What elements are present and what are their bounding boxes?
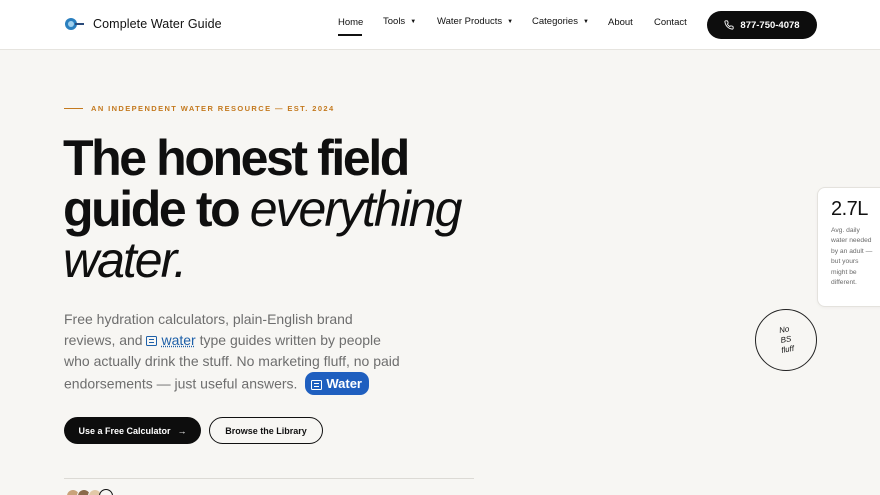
hero-eyebrow: AN INDEPENDENT WATER RESOURCE — EST. 202… — [64, 104, 335, 113]
nav-contact[interactable]: Contact — [654, 17, 687, 28]
avatar — [99, 489, 113, 495]
headline-line-1: The honest field — [63, 130, 410, 186]
nav-active-indicator — [338, 34, 362, 36]
nav-home-label: Home — [338, 17, 364, 28]
headline-italic-everything: everything — [249, 181, 463, 237]
browse-library-button[interactable]: Browse the Library — [209, 417, 323, 444]
document-icon — [311, 379, 323, 390]
free-calculator-label: Use a Free Calculator — [78, 425, 171, 436]
badge-text: No BS fluff — [769, 323, 804, 358]
hero-lead: Free hydration calculators, plain-Englis… — [64, 309, 404, 395]
nav-about[interactable]: About — [608, 17, 633, 28]
nav-categories[interactable]: Categories ▼ — [532, 16, 589, 27]
water-type-link[interactable]: water — [161, 332, 195, 348]
water-tag-pill[interactable]: Water — [305, 372, 369, 395]
stat-caption: Avg. daily water needed by an adult — bu… — [831, 227, 873, 287]
nav-about-label: About — [608, 17, 633, 28]
nav-water-products[interactable]: Water Products ▼ — [437, 16, 513, 27]
stat-value: 2.7L — [831, 198, 868, 220]
water-pill-label: Water — [326, 376, 362, 391]
chevron-down-icon: ▼ — [410, 19, 417, 25]
headline-line-2: guide to — [63, 181, 250, 237]
hero-headline: The honest field guide to everything wat… — [63, 133, 503, 286]
nav-contact-label: Contact — [654, 17, 687, 28]
nav-tools[interactable]: Tools ▼ — [383, 16, 416, 27]
stat-card: 2.7L Avg. daily water needed by an adult… — [817, 187, 880, 307]
nav-tools-label: Tools — [383, 16, 406, 27]
chevron-down-icon: ▼ — [582, 19, 589, 25]
avatar-stack — [66, 489, 113, 495]
document-icon — [146, 336, 158, 346]
free-calculator-button[interactable]: Use a Free Calculator → — [64, 417, 201, 444]
hero-divider — [64, 478, 474, 479]
chevron-down-icon: ▼ — [507, 19, 514, 25]
eyebrow-text: AN INDEPENDENT WATER RESOURCE — EST. 202… — [91, 104, 335, 113]
eyebrow-rule — [64, 108, 83, 109]
phone-number: 877-750-4078 — [740, 19, 800, 31]
phone-button[interactable]: 877-750-4078 — [707, 11, 817, 39]
phone-icon — [724, 20, 735, 30]
nav-home[interactable]: Home — [338, 17, 363, 28]
brand-name[interactable]: Complete Water Guide — [93, 17, 222, 31]
no-bs-badge: No BS fluff — [755, 309, 817, 371]
nav-water-products-label: Water Products — [437, 16, 503, 27]
water-logo-icon[interactable] — [64, 17, 84, 31]
browse-library-label: Browse the Library — [225, 425, 307, 436]
headline-italic-water: water. — [63, 232, 187, 288]
site-header: Complete Water Guide Home Tools ▼ Water P… — [0, 0, 880, 50]
badge-line-3: fluff — [780, 343, 795, 355]
nav-categories-label: Categories — [532, 16, 578, 27]
arrow-right-icon: → — [177, 425, 187, 436]
